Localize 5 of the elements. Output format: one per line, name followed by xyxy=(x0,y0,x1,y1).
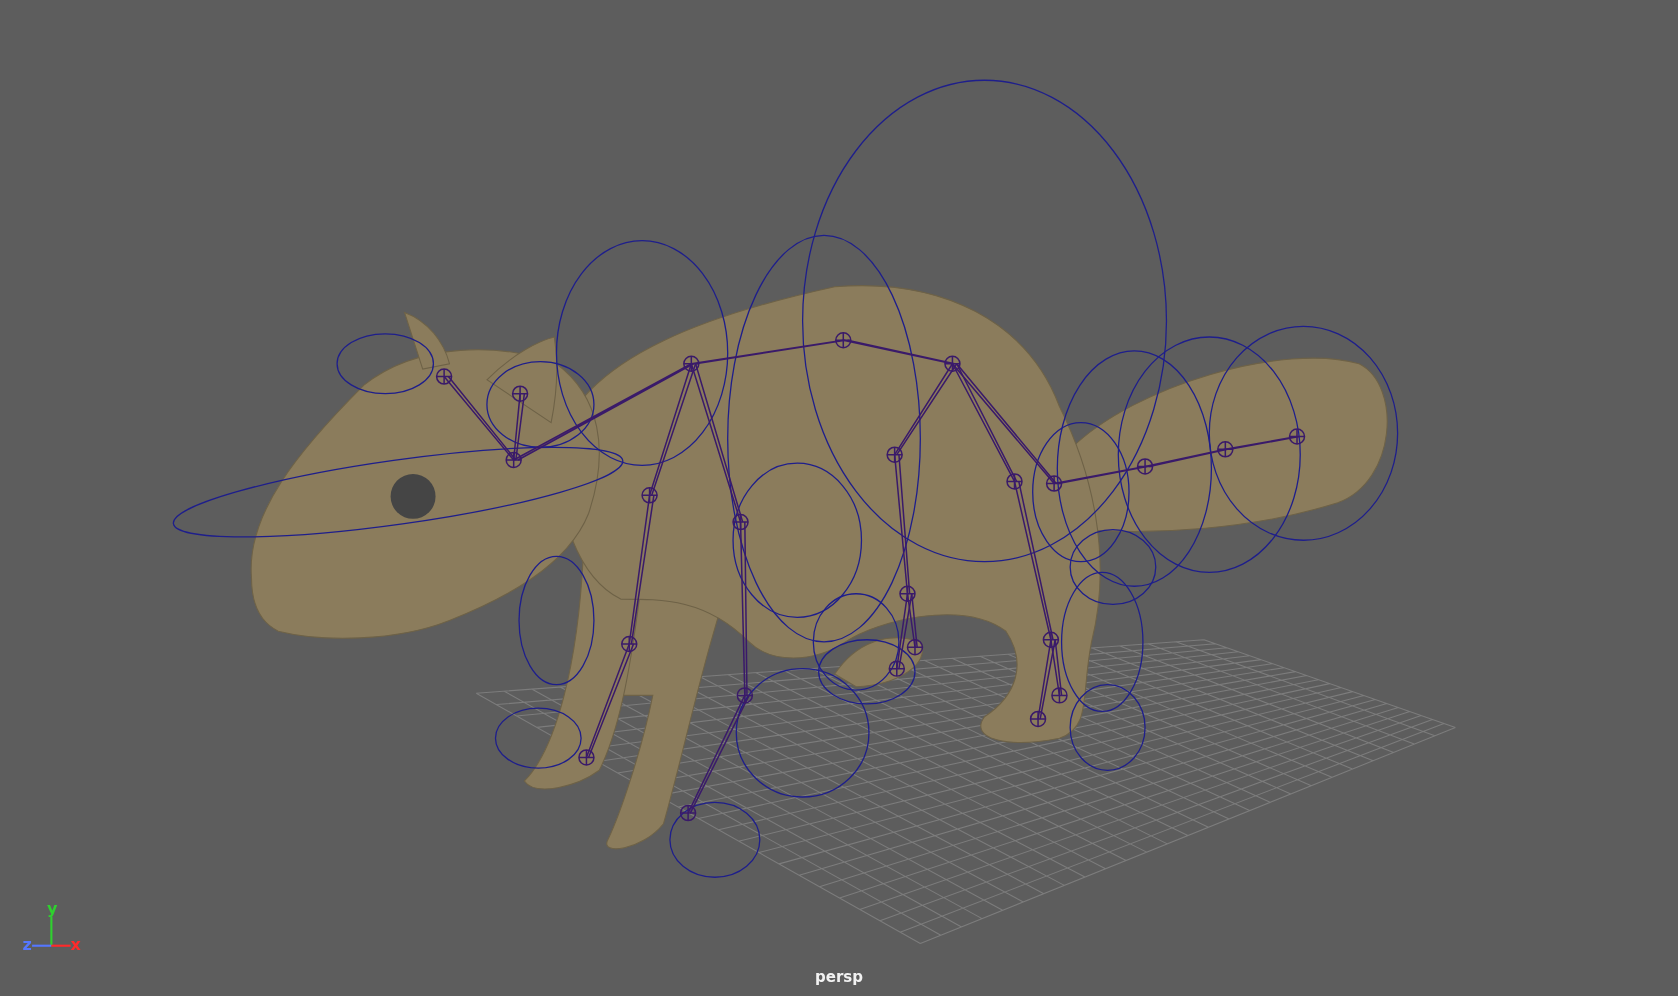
axis-label: y xyxy=(47,898,58,918)
camera-label: persp xyxy=(815,968,863,986)
axis-label: z xyxy=(22,935,32,954)
eye-drawing xyxy=(390,473,436,519)
axis-label: x xyxy=(70,935,81,954)
